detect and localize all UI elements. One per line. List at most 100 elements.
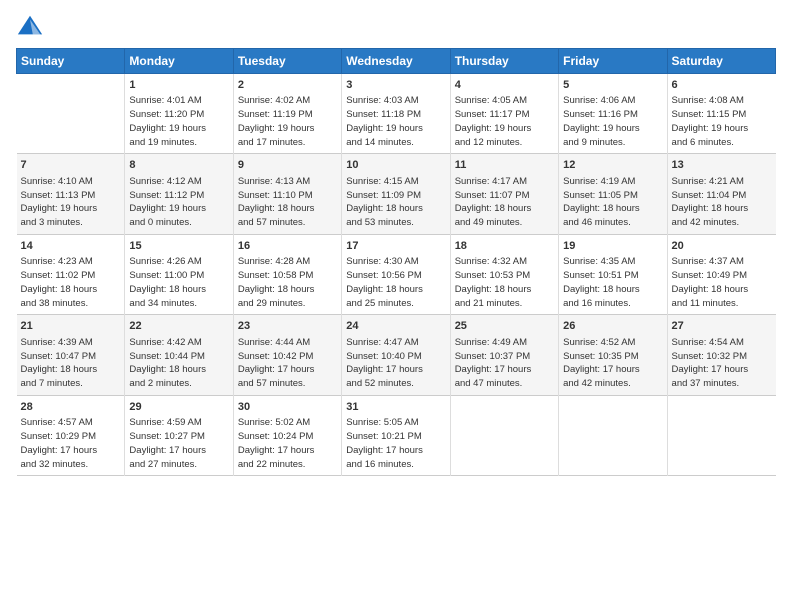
calendar-cell: 20Sunrise: 4:37 AM Sunset: 10:49 PM Dayl…: [667, 234, 775, 314]
header-cell-thursday: Thursday: [450, 49, 558, 74]
week-row-5: 28Sunrise: 4:57 AM Sunset: 10:29 PM Dayl…: [17, 395, 776, 475]
day-info: Sunrise: 5:05 AM Sunset: 10:21 PM Daylig…: [346, 416, 445, 471]
day-info: Sunrise: 4:30 AM Sunset: 10:56 PM Daylig…: [346, 255, 445, 310]
day-number: 11: [455, 158, 554, 173]
day-info: Sunrise: 4:06 AM Sunset: 11:16 PM Daylig…: [563, 94, 662, 149]
calendar-cell: 11 Sunrise: 4:17 AM Sunset: 11:07 PM Dayl…: [450, 154, 558, 234]
calendar-cell: 15Sunrise: 4:26 AM Sunset: 11:00 PM Dayl…: [125, 234, 233, 314]
day-info: Sunrise: 4:03 AM Sunset: 11:18 PM Daylig…: [346, 94, 445, 149]
day-info: Sunrise: 4:37 AM Sunset: 10:49 PM Daylig…: [672, 255, 772, 310]
calendar-header: SundayMondayTuesdayWednesdayThursdayFrid…: [17, 49, 776, 74]
day-info: Sunrise: 4:02 AM Sunset: 11:19 PM Daylig…: [238, 94, 337, 149]
calendar-cell: 23 Sunrise: 4:44 AM Sunset: 10:42 PM Dayl…: [233, 315, 341, 395]
day-info: Sunrise: 4:59 AM Sunset: 10:27 PM Daylig…: [129, 416, 228, 471]
day-number: 23: [238, 319, 337, 334]
day-info: Sunrise: 4:42 AM Sunset: 10:44 PM Daylig…: [129, 336, 228, 391]
calendar-cell: 13 Sunrise: 4:21 AM Sunset: 11:04 PM Dayl…: [667, 154, 775, 234]
header-cell-friday: Friday: [559, 49, 667, 74]
day-info: Sunrise: 4:52 AM Sunset: 10:35 PM Daylig…: [563, 336, 662, 391]
calendar-cell: 9 Sunrise: 4:13 AM Sunset: 11:10 PM Dayli…: [233, 154, 341, 234]
calendar-cell: 1Sunrise: 4:01 AM Sunset: 11:20 PM Dayli…: [125, 74, 233, 154]
calendar-cell: 10 Sunrise: 4:15 AM Sunset: 11:09 PM Dayl…: [342, 154, 450, 234]
day-number: 3: [346, 78, 445, 93]
calendar-cell: 30Sunrise: 5:02 AM Sunset: 10:24 PM Dayl…: [233, 395, 341, 475]
day-number: 19: [563, 239, 662, 254]
calendar-cell: 6Sunrise: 4:08 AM Sunset: 11:15 PM Dayli…: [667, 74, 775, 154]
day-info: Sunrise: 4:15 AM Sunset: 11:09 PM Daylig…: [346, 175, 445, 230]
header-row: SundayMondayTuesdayWednesdayThursdayFrid…: [17, 49, 776, 74]
calendar-cell: 21 Sunrise: 4:39 AM Sunset: 10:47 PM Dayl…: [17, 315, 125, 395]
calendar-cell: 14Sunrise: 4:23 AM Sunset: 11:02 PM Dayl…: [17, 234, 125, 314]
day-number: 18: [455, 239, 554, 254]
day-info: Sunrise: 4:32 AM Sunset: 10:53 PM Daylig…: [455, 255, 554, 310]
calendar-cell: 7 Sunrise: 4:10 AM Sunset: 11:13 PM Dayli…: [17, 154, 125, 234]
day-info: Sunrise: 4:10 AM Sunset: 11:13 PM Daylig…: [21, 175, 121, 230]
calendar-cell: [17, 74, 125, 154]
day-number: 22: [129, 319, 228, 334]
day-number: 7: [21, 158, 121, 173]
calendar-cell: 24Sunrise: 4:47 AM Sunset: 10:40 PM Dayl…: [342, 315, 450, 395]
day-number: 8: [129, 158, 228, 173]
day-number: 27: [672, 319, 772, 334]
calendar-cell: 26 Sunrise: 4:52 AM Sunset: 10:35 PM Dayl…: [559, 315, 667, 395]
header: [16, 12, 776, 40]
day-number: 2: [238, 78, 337, 93]
header-cell-wednesday: Wednesday: [342, 49, 450, 74]
day-number: 31: [346, 400, 445, 415]
day-number: 24: [346, 319, 445, 334]
day-number: 15: [129, 239, 228, 254]
day-info: Sunrise: 4:44 AM Sunset: 10:42 PM Daylig…: [238, 336, 337, 391]
day-number: 12: [563, 158, 662, 173]
calendar-cell: 3Sunrise: 4:03 AM Sunset: 11:18 PM Dayli…: [342, 74, 450, 154]
day-info: Sunrise: 4:57 AM Sunset: 10:29 PM Daylig…: [21, 416, 121, 471]
day-info: Sunrise: 4:21 AM Sunset: 11:04 PM Daylig…: [672, 175, 772, 230]
day-number: 20: [672, 239, 772, 254]
day-number: 30: [238, 400, 337, 415]
calendar-body: 1Sunrise: 4:01 AM Sunset: 11:20 PM Dayli…: [17, 74, 776, 476]
week-row-1: 1Sunrise: 4:01 AM Sunset: 11:20 PM Dayli…: [17, 74, 776, 154]
day-info: Sunrise: 4:19 AM Sunset: 11:05 PM Daylig…: [563, 175, 662, 230]
day-number: 21: [21, 319, 121, 334]
calendar-cell: 5Sunrise: 4:06 AM Sunset: 11:16 PM Dayli…: [559, 74, 667, 154]
day-number: 14: [21, 239, 121, 254]
day-number: 26: [563, 319, 662, 334]
day-info: Sunrise: 4:17 AM Sunset: 11:07 PM Daylig…: [455, 175, 554, 230]
day-number: 1: [129, 78, 228, 93]
day-info: Sunrise: 4:54 AM Sunset: 10:32 PM Daylig…: [672, 336, 772, 391]
day-number: 9: [238, 158, 337, 173]
calendar-cell: 27 Sunrise: 4:54 AM Sunset: 10:32 PM Dayl…: [667, 315, 775, 395]
header-cell-monday: Monday: [125, 49, 233, 74]
week-row-4: 21 Sunrise: 4:39 AM Sunset: 10:47 PM Dayl…: [17, 315, 776, 395]
day-info: Sunrise: 4:26 AM Sunset: 11:00 PM Daylig…: [129, 255, 228, 310]
day-number: 28: [21, 400, 121, 415]
page: SundayMondayTuesdayWednesdayThursdayFrid…: [0, 0, 792, 612]
day-number: 5: [563, 78, 662, 93]
calendar-cell: 2Sunrise: 4:02 AM Sunset: 11:19 PM Dayli…: [233, 74, 341, 154]
day-info: Sunrise: 4:13 AM Sunset: 11:10 PM Daylig…: [238, 175, 337, 230]
day-number: 25: [455, 319, 554, 334]
day-info: Sunrise: 4:05 AM Sunset: 11:17 PM Daylig…: [455, 94, 554, 149]
day-number: 13: [672, 158, 772, 173]
calendar-cell: 8Sunrise: 4:12 AM Sunset: 11:12 PM Dayli…: [125, 154, 233, 234]
calendar-cell: 31Sunrise: 5:05 AM Sunset: 10:21 PM Dayl…: [342, 395, 450, 475]
day-number: 4: [455, 78, 554, 93]
calendar-cell: 28Sunrise: 4:57 AM Sunset: 10:29 PM Dayl…: [17, 395, 125, 475]
day-number: 10: [346, 158, 445, 173]
calendar-cell: 19Sunrise: 4:35 AM Sunset: 10:51 PM Dayl…: [559, 234, 667, 314]
calendar-cell: [559, 395, 667, 475]
day-info: Sunrise: 4:08 AM Sunset: 11:15 PM Daylig…: [672, 94, 772, 149]
day-info: Sunrise: 4:01 AM Sunset: 11:20 PM Daylig…: [129, 94, 228, 149]
calendar-table: SundayMondayTuesdayWednesdayThursdayFrid…: [16, 48, 776, 476]
day-number: 17: [346, 239, 445, 254]
calendar-cell: 17Sunrise: 4:30 AM Sunset: 10:56 PM Dayl…: [342, 234, 450, 314]
logo: [16, 12, 48, 40]
calendar-cell: [450, 395, 558, 475]
week-row-2: 7 Sunrise: 4:10 AM Sunset: 11:13 PM Dayli…: [17, 154, 776, 234]
day-info: Sunrise: 5:02 AM Sunset: 10:24 PM Daylig…: [238, 416, 337, 471]
day-number: 6: [672, 78, 772, 93]
day-info: Sunrise: 4:23 AM Sunset: 11:02 PM Daylig…: [21, 255, 121, 310]
day-info: Sunrise: 4:28 AM Sunset: 10:58 PM Daylig…: [238, 255, 337, 310]
logo-icon: [16, 12, 44, 40]
day-info: Sunrise: 4:39 AM Sunset: 10:47 PM Daylig…: [21, 336, 121, 391]
calendar-cell: [667, 395, 775, 475]
